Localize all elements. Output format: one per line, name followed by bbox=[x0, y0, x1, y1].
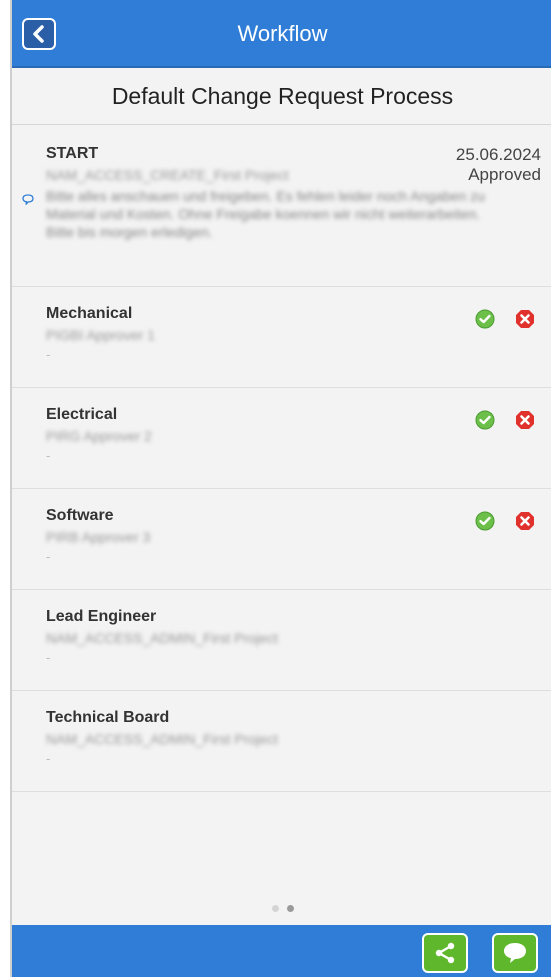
step-mechanical[interactable]: Mechanical PIGBI Approver 1 - bbox=[12, 287, 551, 388]
chat-bubble-icon bbox=[504, 943, 526, 963]
step-title: Lead Engineer bbox=[46, 608, 157, 625]
step-assignee: PIRB Approver 3 bbox=[46, 529, 151, 545]
start-date: 25.06.2024 bbox=[455, 145, 541, 164]
x-circle-icon[interactable] bbox=[515, 410, 535, 435]
top-bar: Workflow bbox=[12, 0, 551, 68]
step-dash: - bbox=[46, 650, 51, 665]
step-dash: - bbox=[46, 549, 51, 564]
step-dash: - bbox=[46, 347, 51, 362]
check-circle-icon[interactable] bbox=[475, 511, 495, 536]
bottom-bar bbox=[12, 925, 551, 977]
process-title: Default Change Request Process bbox=[12, 68, 551, 125]
step-dash: - bbox=[46, 448, 51, 463]
page-dot-active[interactable] bbox=[286, 905, 294, 912]
step-title: Technical Board bbox=[46, 709, 170, 726]
start-status: Approved bbox=[468, 165, 541, 184]
step-assignee: NAM_ACCESS_ADMIN_First Project bbox=[46, 731, 278, 747]
speech-bubble-icon bbox=[22, 193, 34, 211]
step-electrical[interactable]: Electrical PIRG Approver 2 - bbox=[12, 388, 551, 489]
share-button[interactable] bbox=[422, 933, 468, 973]
step-assignee: PIGBI Approver 1 bbox=[46, 327, 155, 343]
step-dash: - bbox=[46, 751, 51, 766]
step-author: NAM_ACCESS_CREATE_First Project bbox=[46, 167, 289, 183]
process-title-text: Default Change Request Process bbox=[111, 82, 454, 109]
step-title: Software bbox=[46, 507, 114, 524]
check-circle-icon[interactable] bbox=[475, 309, 495, 334]
x-circle-icon[interactable] bbox=[515, 511, 535, 536]
x-circle-icon[interactable] bbox=[515, 309, 535, 334]
step-technical-board[interactable]: Technical Board NAM_ACCESS_ADMIN_First P… bbox=[12, 691, 551, 792]
workflow-steps: START 25.06.2024 Approved NAM_ACCESS_CRE… bbox=[12, 125, 551, 792]
page-title: Workflow bbox=[237, 21, 328, 46]
step-title: Mechanical bbox=[46, 305, 133, 322]
step-title: Electrical bbox=[46, 406, 118, 423]
step-lead-engineer[interactable]: Lead Engineer NAM_ACCESS_ADMIN_First Pro… bbox=[12, 590, 551, 691]
step-software[interactable]: Software PIRB Approver 3 - bbox=[12, 489, 551, 590]
step-assignee: NAM_ACCESS_ADMIN_First Project bbox=[46, 630, 278, 646]
app-frame: Workflow Default Change Request Process … bbox=[10, 0, 551, 977]
chat-button[interactable] bbox=[492, 933, 538, 973]
step-assignee: PIRG Approver 2 bbox=[46, 428, 152, 444]
page-dot[interactable] bbox=[271, 905, 279, 912]
check-circle-icon[interactable] bbox=[475, 410, 495, 435]
start-comment: Bitte alles anschauen und freigeben. Es … bbox=[46, 188, 485, 240]
share-icon bbox=[435, 942, 455, 964]
step-start[interactable]: START 25.06.2024 Approved NAM_ACCESS_CRE… bbox=[12, 125, 551, 287]
step-title: START bbox=[46, 145, 99, 162]
page-indicator bbox=[12, 905, 551, 912]
